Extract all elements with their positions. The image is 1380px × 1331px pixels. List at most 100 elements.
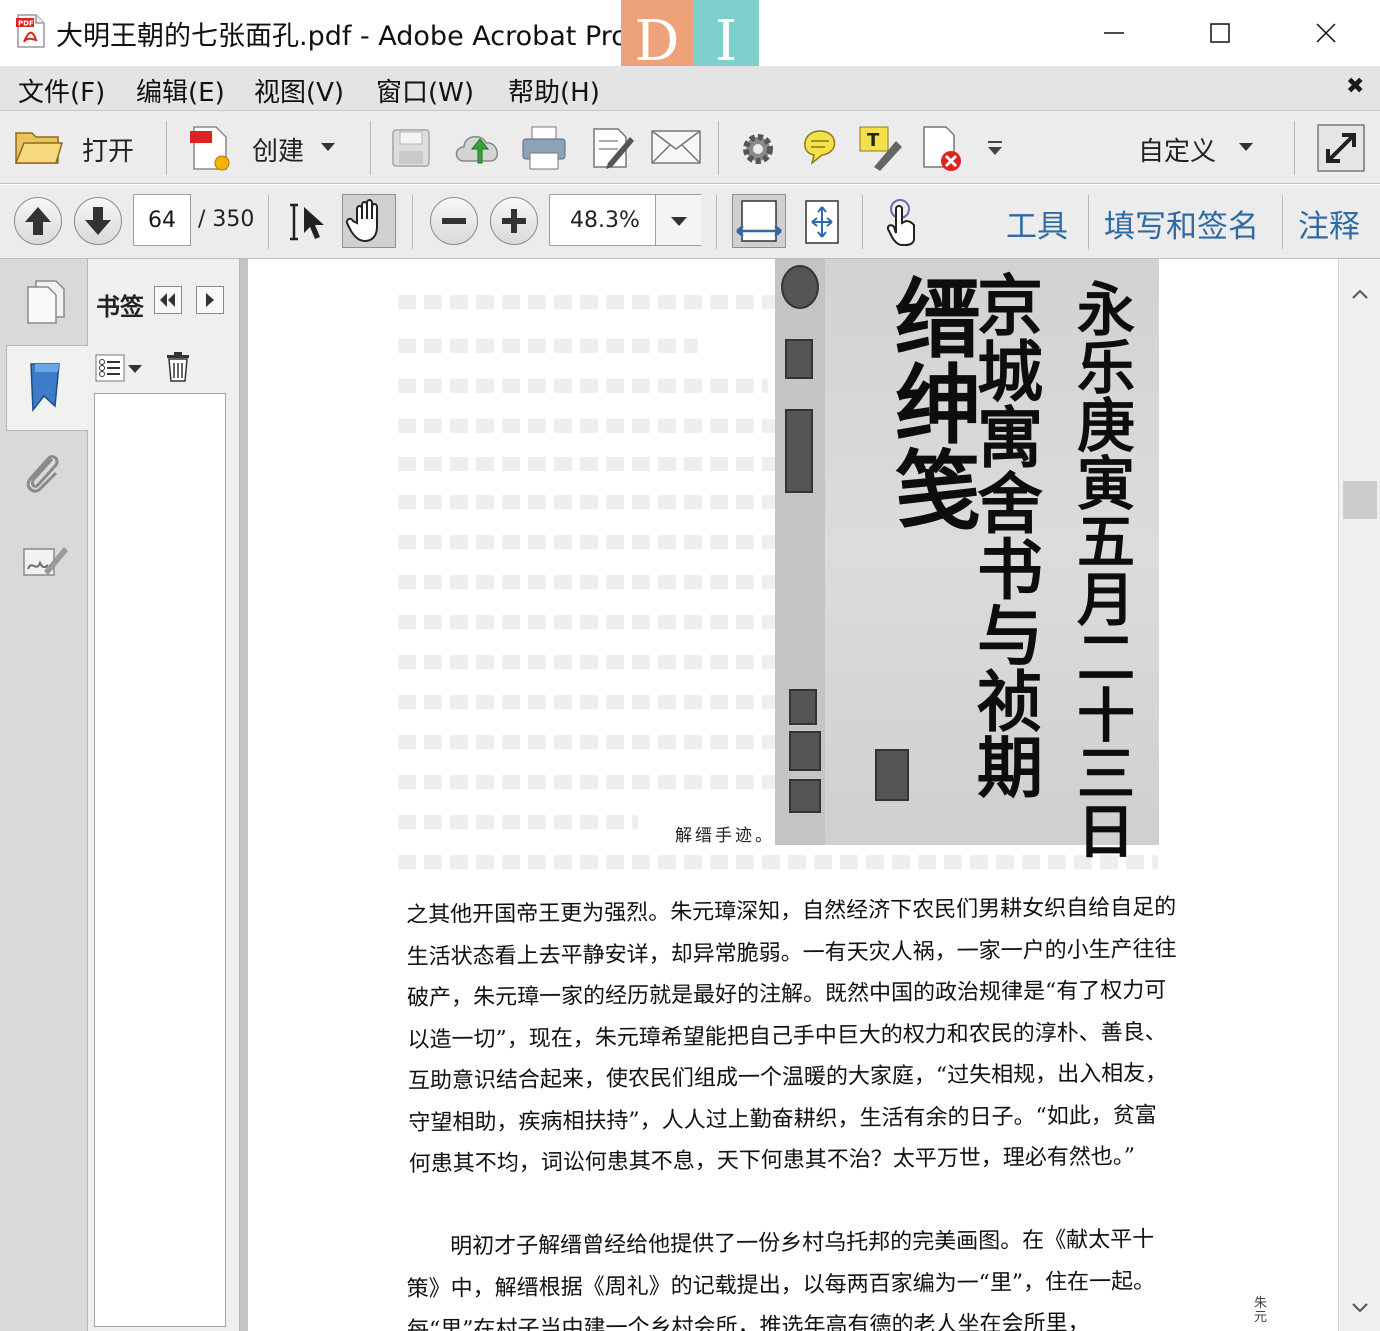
menu-window[interactable]: 窗口(W)	[376, 72, 474, 109]
scroll-up-icon[interactable]	[1351, 287, 1369, 301]
collapse-panel-button[interactable]	[154, 286, 182, 314]
fill-and-sign-pane-tab[interactable]: 填写和签名	[1104, 201, 1259, 246]
calligraphy-column-2: 京城寓舍书与祯期	[977, 267, 1043, 807]
previous-page-button[interactable]	[14, 197, 62, 245]
create-pdf-icon[interactable]	[188, 123, 234, 173]
toolbar-overflow-icon[interactable]	[986, 139, 1004, 157]
bleed-through-line	[398, 735, 778, 749]
bookmark-options-icon[interactable]	[94, 353, 146, 383]
toolbar-divider	[1294, 121, 1295, 175]
email-icon[interactable]	[650, 129, 702, 165]
calligraphy-photo: 永乐庚寅五月二十三日 京城寓舍书与祯期 缙绅笺	[775, 259, 1159, 861]
select-tool-icon[interactable]	[288, 201, 328, 243]
bleed-through-line	[398, 815, 638, 829]
bleed-through-line	[398, 855, 1158, 869]
menu-bar: 文件(F) 编辑(E) 视图(V) 窗口(W) 帮助(H) ✖	[0, 66, 1380, 110]
print-icon[interactable]	[520, 125, 568, 171]
zoom-out-button[interactable]	[430, 197, 478, 245]
toolbar-divider	[1282, 195, 1283, 249]
calligraphy-column-1: 永乐庚寅五月二十三日	[1076, 276, 1135, 866]
svg-text:PDF: PDF	[18, 20, 34, 28]
zoom-level-select[interactable]: 48.3%	[549, 194, 701, 246]
tools-pane-tab[interactable]: 工具	[1006, 201, 1068, 246]
bleed-through-line	[398, 575, 778, 589]
toolbar-divider	[862, 195, 863, 249]
bleed-through-line	[398, 775, 778, 789]
maximize-button[interactable]	[1170, 8, 1270, 58]
bookmarks-list[interactable]	[94, 393, 226, 1327]
menu-help[interactable]: 帮助(H)	[508, 72, 600, 109]
attachments-paperclip-icon[interactable]	[22, 449, 66, 499]
seal-stamp	[785, 339, 813, 379]
page-number-input[interactable]: 64	[133, 194, 191, 246]
bleed-through-line	[398, 379, 768, 393]
body-paragraph-2: 明初才子解缙曾经给他提供了一份乡村乌托邦的完美画图。在《献太平十策》中，解缙根据…	[406, 1227, 1156, 1331]
arrow-up-icon	[25, 207, 51, 235]
next-page-button[interactable]	[74, 197, 122, 245]
seal-stamp	[785, 409, 813, 493]
navigation-toolbar: 64 / 350 48.3% 工具 填写和签名 注释	[0, 185, 1380, 259]
gear-icon[interactable]	[738, 129, 778, 169]
toolbar-divider	[268, 195, 269, 249]
photo-caption: 解缙手迹。	[675, 826, 775, 846]
document-view[interactable]: 永乐庚寅五月二十三日 京城寓舍书与祯期 缙绅笺 解缙手迹。 之其他开国帝王更为强…	[248, 259, 1338, 1331]
main-toolbar: 打开 创建 T 自定义	[0, 110, 1380, 184]
text-markup-icon[interactable]: T	[858, 125, 904, 171]
comment-pane-tab[interactable]: 注释	[1298, 201, 1360, 246]
menu-view[interactable]: 视图(V)	[254, 72, 344, 109]
double-chevron-left-icon	[160, 293, 175, 307]
chevron-down-icon	[671, 217, 687, 226]
customize-button-label[interactable]: 自定义	[1138, 131, 1216, 168]
minimize-button[interactable]	[1064, 8, 1164, 58]
hand-icon	[345, 199, 378, 243]
delete-page-icon[interactable]	[920, 123, 966, 173]
save-icon[interactable]	[390, 127, 432, 169]
seal-stamp	[875, 749, 909, 801]
toolbar-divider	[716, 195, 717, 249]
scrollbar-thumb[interactable]	[1343, 481, 1377, 519]
toolbar-divider	[1088, 195, 1089, 249]
bleed-through-line	[398, 457, 778, 471]
body-paragraph-1: 之其他开国帝王更为强烈。朱元璋深知，自然经济下农民们男耕女织自给自足的生活状态看…	[406, 894, 1177, 1177]
toolbar-divider	[412, 195, 413, 249]
maximize-icon	[1210, 23, 1230, 43]
signatures-icon[interactable]	[22, 539, 68, 581]
bleed-through-line	[398, 295, 778, 309]
zoom-in-button[interactable]	[490, 197, 538, 245]
chevron-right-icon	[206, 293, 214, 307]
cloud-upload-icon[interactable]	[452, 127, 504, 169]
hand-tool-button[interactable]	[342, 194, 396, 248]
menu-edit[interactable]: 编辑(E)	[136, 72, 225, 109]
comment-bubble-icon[interactable]	[798, 127, 842, 167]
bookmarks-panel: 书签	[88, 259, 240, 1331]
seal-stamp	[789, 779, 821, 813]
open-folder-icon[interactable]	[14, 127, 64, 167]
create-dropdown-arrow-icon[interactable]	[320, 141, 336, 153]
title-bar: PDF 大明王朝的七张面孔.pdf - Adobe Acrobat Pro D …	[0, 0, 1380, 84]
fit-width-icon	[736, 200, 782, 242]
close-icon	[1316, 23, 1336, 43]
edit-document-icon[interactable]	[590, 125, 634, 171]
vertical-scrollbar[interactable]	[1338, 259, 1380, 1331]
touch-mode-icon[interactable]	[882, 197, 926, 247]
side-note: 朱元	[1254, 1296, 1268, 1325]
expand-panel-button[interactable]	[196, 286, 224, 314]
trash-icon[interactable]	[164, 351, 192, 383]
panel-splitter[interactable]	[240, 259, 248, 1331]
bookmarks-tab[interactable]	[6, 345, 88, 431]
fit-page-icon[interactable]	[800, 197, 844, 247]
create-button-label[interactable]: 创建	[252, 131, 304, 168]
minimize-icon	[1104, 32, 1124, 34]
zoom-dropdown-button[interactable]	[655, 195, 701, 245]
scroll-down-icon[interactable]	[1351, 1301, 1369, 1315]
close-button[interactable]	[1276, 8, 1376, 58]
bleed-through-line	[398, 615, 778, 629]
open-button-label[interactable]: 打开	[82, 131, 134, 168]
menu-file[interactable]: 文件(F)	[18, 72, 105, 109]
customize-dropdown-arrow-icon[interactable]	[1238, 141, 1254, 153]
close-document-icon[interactable]: ✖	[1346, 74, 1364, 99]
toolbar-divider	[718, 121, 719, 175]
page-thumbnails-icon[interactable]	[24, 279, 66, 325]
fit-width-button[interactable]	[732, 194, 786, 248]
full-screen-icon[interactable]	[1316, 123, 1366, 173]
